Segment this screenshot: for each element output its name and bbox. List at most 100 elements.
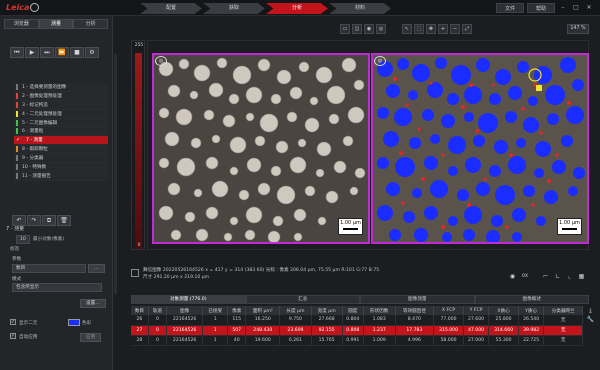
fit-icon[interactable]: ⤢ [462,24,472,34]
reset-icon[interactable]: ◉ [508,272,517,281]
step-item[interactable]: 5 - 二元图像编辑 [14,118,108,128]
last-step-icon[interactable]: ⏩ [55,47,69,58]
apply-button[interactable]: 应用 [80,333,102,342]
param-more-button[interactable]: … [88,264,105,273]
table-row[interactable]: 26 0 22164526 1 115 16.250 9.750 27.668 … [131,315,583,326]
top-bar: Leica 配置 获取 分析 材料 文件 帮助 – □ ✕ [0,0,600,16]
tab-analysis[interactable]: 分析 [266,3,328,14]
camera-icon[interactable]: ◎ [376,24,386,34]
min-object-input[interactable]: 10 [16,235,30,244]
split-view-icon[interactable]: ◫ [352,24,362,34]
tab-acquire[interactable]: 获取 [203,3,265,14]
column-header[interactable]: 已接受 [202,306,229,315]
app-logo: Leica [6,3,30,12]
column-header[interactable]: 分类器网兰 [543,306,583,315]
grid-icon[interactable]: ▦ [577,272,586,281]
table-row-selected[interactable]: 27 0 22164526 1 507 248.430 23.609 92.15… [131,325,583,336]
step-item[interactable]: 11 - 测量报告 [14,171,108,181]
binary-overlay-image[interactable]: ◎ 1.00 µm [371,53,589,244]
step-item[interactable]: 3 - 标记构造 [14,100,108,110]
power-icon[interactable] [30,3,39,12]
skip-forward-icon[interactable]: ⏭ [40,47,54,58]
original-image[interactable]: ◎ 1.00 µm [152,53,370,244]
undo-icon[interactable]: ↶ [12,215,26,226]
setup-button[interactable]: 设置... [80,299,106,308]
stop-icon[interactable]: ■ [70,47,84,58]
step-item[interactable]: 8 - 跟踪颗粒 [14,145,108,155]
wrench-icon[interactable]: 🔧 [586,315,595,324]
snapshot-icon[interactable]: ◎ [374,56,386,66]
column-header[interactable]: 形状因数 [363,306,396,315]
table-cell: 无 [543,325,583,336]
play-icon[interactable]: ▶ [25,47,39,58]
image-info: 舞信图像 20220526164526 x = 417 y = 314 (383… [143,268,513,281]
zoom-out-icon[interactable]: − [450,24,460,34]
corner-icon[interactable]: ⌞ [565,272,574,281]
column-header[interactable]: 圆度 [342,306,364,315]
step-item-active[interactable]: ✓ 7 - 测量 [14,136,108,146]
help-button[interactable]: 帮助 [526,3,555,13]
column-header[interactable]: 面积 µm² [245,306,281,315]
zoom-level[interactable]: 147 % [567,24,589,34]
maximize-icon[interactable]: □ [571,3,581,13]
column-header[interactable]: X FCP [433,306,464,315]
compare-icon[interactable]: ▭ [340,24,350,34]
crop-icon[interactable]: ⌐ [541,272,550,281]
pointer-icon[interactable]: ↖ [402,24,412,34]
column-header[interactable]: Y质心 [518,306,545,315]
column-header[interactable]: 长度 µm [279,306,312,315]
column-header[interactable]: 宽度 µm [311,306,343,315]
step-item[interactable]: 1 - 选择要测量的图像 [14,83,108,92]
first-step-icon[interactable]: ⏮ [10,47,24,58]
step-item[interactable]: 9 - 分类器 [14,154,108,164]
step-color-marker [16,155,18,162]
table-cell: 507 [227,325,247,336]
settings-icon[interactable]: ⚙ [85,47,99,58]
step-item[interactable]: 2 - 图像处理预处理 [14,91,108,101]
tab-config[interactable]: 配置 [140,3,202,14]
redo-icon[interactable]: ↷ [27,215,41,226]
auto-apply-checkbox[interactable]: ✓ [10,333,16,339]
select-icon[interactable]: ⬚ [414,24,424,34]
section-title: 7 - 测量 [6,226,25,232]
tab-object-measure[interactable]: 对象测量 (776.0) [131,295,246,304]
tab-image-measure[interactable]: 图像测量 [360,295,475,304]
zoom-in-icon[interactable]: + [438,24,448,34]
column-header[interactable]: Y FCP [463,306,490,315]
left-scrollbar[interactable] [114,54,117,294]
file-button[interactable]: 文件 [495,3,524,13]
column-header[interactable]: 像素 [227,306,247,315]
intensity-histogram[interactable]: 255 0 [131,40,145,250]
step-item[interactable]: 6 - 测量框 [14,127,108,137]
copy-icon[interactable]: ⧉ [42,215,56,226]
minimize-icon[interactable]: – [558,3,568,13]
step-item[interactable]: 10 - 特殊数 [14,163,108,172]
mode-select[interactable]: 包含所显示 [12,283,102,292]
tab-material[interactable]: 材料 [329,3,391,14]
snapshot-icon[interactable]: ◎ [155,56,167,66]
overlay-icon[interactable]: ◉ [364,24,374,34]
delete-icon[interactable]: 🗑 [57,215,71,226]
binary-color-swatch[interactable] [68,319,80,326]
tab-summary[interactable]: 汇总 [245,295,360,304]
histogram-bar [135,53,142,249]
column-header[interactable]: 轨道 [148,306,168,315]
tab-browser[interactable]: 浏览器 [4,19,39,29]
column-header[interactable]: 等效圆直径 [395,306,435,315]
tab-analyze[interactable]: 分析 [73,19,109,29]
tab-image-overview[interactable]: 图像概述 [474,295,589,304]
show-binary-checkbox[interactable]: ✓ [10,319,16,325]
close-icon[interactable]: ✕ [584,3,594,13]
angle-icon[interactable]: ∟ [553,272,562,281]
tab-measure[interactable]: 测量 [38,19,74,29]
edit-toolbar: ↶ ↷ ⧉ 🗑 [12,215,71,226]
table-row[interactable]: 28 0 22164526 1 40 19.600 6.261 15.765 0… [131,335,583,346]
column-header[interactable]: X质心 [488,306,519,315]
param-select[interactable]: 数目 [12,264,86,273]
export-icon[interactable]: ⤓ [586,306,595,315]
step-item[interactable]: 4 - 二元处理预处理 [14,109,108,119]
table-cell: 0.991 [342,335,364,346]
column-header[interactable]: 图像 [166,306,204,315]
pan-icon[interactable]: ✥ [426,24,436,34]
column-header[interactable]: 数目 [131,306,149,315]
